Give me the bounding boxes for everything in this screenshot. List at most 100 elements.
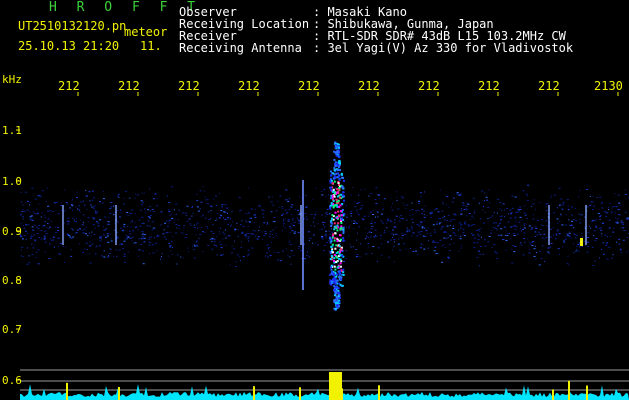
noise-pixel [592,195,594,197]
noise-pixel [516,226,518,228]
noise-pixel [408,230,411,232]
noise-pixel [287,220,290,222]
noise-pixel [321,237,323,238]
noise-pixel [564,238,567,240]
noise-pixel [322,224,324,226]
noise-pixel [409,210,411,211]
noise-pixel [94,227,96,229]
noise-pixel [534,231,537,233]
noise-pixel [494,251,497,253]
noise-pixel [532,203,535,205]
noise-pixel [281,206,284,208]
noise-pixel [226,217,229,219]
noise-pixel [37,212,39,214]
meteor-echo-pixel [341,173,343,176]
noise-pixel [513,224,516,226]
noise-pixel [327,240,330,242]
y-tick: 0.7 [2,323,22,336]
noise-pixel [392,249,394,251]
noise-pixel [620,252,622,253]
noise-pixel [456,192,459,194]
noise-pixel [381,222,384,224]
noise-pixel [404,243,406,245]
noise-pixel [148,217,151,219]
meteor-echo-pixel [339,204,342,207]
noise-pixel [118,249,121,251]
noise-pixel [241,220,243,222]
noise-pixel [406,229,408,231]
noise-pixel [444,247,446,249]
noise-pixel [326,208,329,210]
noise-pixel [619,205,621,207]
noise-pixel [547,252,550,254]
noise-pixel [545,206,547,208]
noise-pixel [152,211,155,213]
meteor-echo-pixel [331,214,334,217]
noise-pixel [38,237,41,238]
noise-pixel [529,252,531,254]
noise-pixel [453,242,455,244]
y-tick: 0.9 [2,225,22,238]
noise-pixel [48,258,51,260]
noise-pixel [567,205,569,207]
noise-pixel [506,208,509,210]
meteor-echo-pixel [342,194,345,197]
noise-pixel [394,233,397,235]
x-tick: 212 [538,79,560,93]
meteor-echo-pixel [333,265,336,268]
noise-pixel [325,215,327,217]
noise-pixel [183,225,185,226]
y-tick: 0.8 [2,274,22,287]
meteor-echo-pixel [330,268,333,271]
noise-pixel [411,209,414,210]
noise-pixel [473,234,475,236]
noise-pixel [443,237,446,239]
meteor-echo-pixel [342,237,345,240]
noise-pixel [601,235,603,237]
noise-pixel [220,215,222,217]
noise-pixel [620,248,622,250]
meteor-echo-pixel [340,276,342,279]
noise-pixel [89,200,91,202]
noise-pixel [345,216,348,218]
noise-pixel [348,235,350,237]
noise-pixel [452,232,455,234]
noise-pixel [196,200,199,202]
noise-pixel [120,212,122,214]
noise-pixel [237,236,239,237]
noise-pixel [313,217,316,219]
noise-pixel [446,238,448,240]
noise-pixel [557,229,559,231]
meteor-echo-pixel [337,289,340,292]
noise-pixel [377,247,380,249]
noise-pixel [42,226,44,228]
meteor-echo-pixel [332,188,335,191]
noise-pixel [367,253,369,255]
noise-pixel [55,232,58,234]
noise-pixel [307,231,310,233]
noise-pixel [168,211,171,213]
meteor-echo-pixel [338,164,341,167]
noise-pixel [312,221,314,223]
noise-pixel [492,227,495,229]
noise-pixel [542,225,544,226]
noise-pixel [616,241,618,243]
noise-pixel [495,227,497,229]
noise-pixel [138,249,141,251]
noise-pixel [124,226,126,228]
noise-pixel [625,230,626,231]
noise-pixel [199,190,202,192]
noise-pixel [459,195,462,197]
meteor-echo-pixel [330,272,333,275]
noise-pixel [286,212,289,214]
meteor-echo-pixel [342,271,345,274]
noise-pixel [78,243,80,245]
noise-pixel [124,191,127,193]
noise-pixel [91,199,94,201]
noise-pixel [225,237,227,239]
streak [300,205,302,245]
noise-pixel [220,243,222,245]
noise-pixel [617,194,620,196]
noise-pixel [105,228,107,230]
noise-pixel [106,223,108,225]
